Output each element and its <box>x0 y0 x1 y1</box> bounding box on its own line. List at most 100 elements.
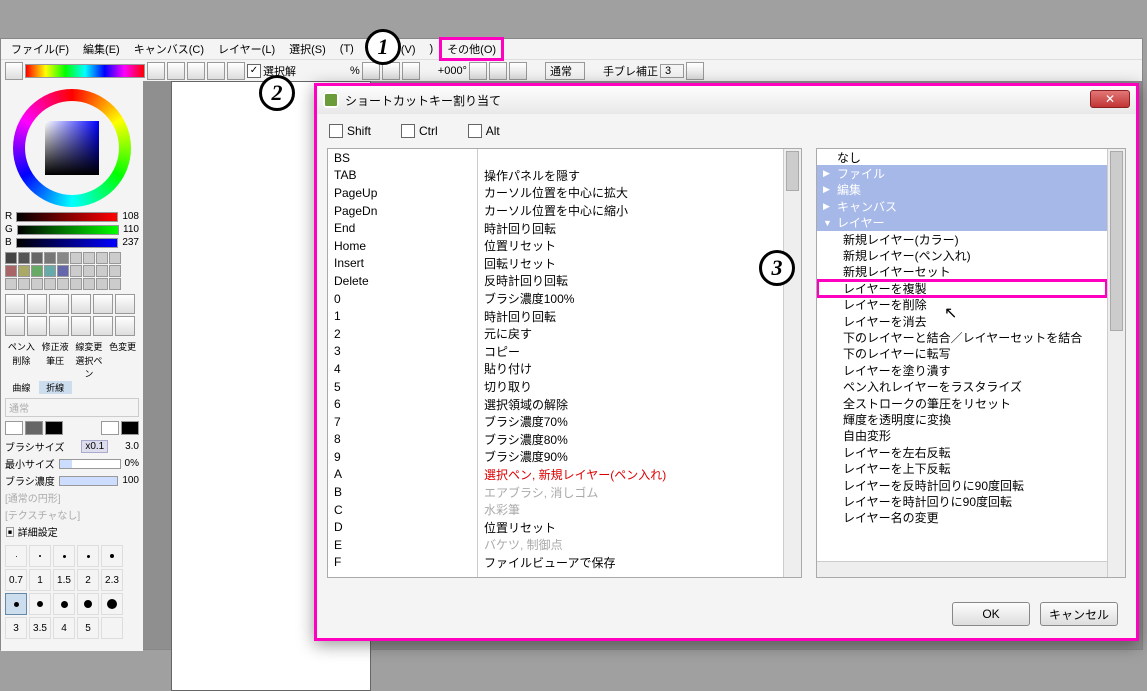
blend-normal[interactable]: 通常 <box>5 398 139 417</box>
action-row[interactable]: 時計回り回転 <box>478 307 783 325</box>
action-row[interactable]: エアブラシ, 消しゴム <box>478 483 783 501</box>
tool-11[interactable] <box>93 316 113 336</box>
key-row[interactable]: PageUp <box>328 184 477 202</box>
preset[interactable] <box>53 545 75 567</box>
action-row[interactable]: カーソル位置を中心に縮小 <box>478 202 783 220</box>
key-row[interactable]: TAB <box>328 167 477 185</box>
mode-5[interactable] <box>121 421 139 435</box>
key-row[interactable]: 4 <box>328 360 477 378</box>
key-row[interactable]: A <box>328 466 477 484</box>
rot-ccw-icon[interactable] <box>469 62 487 80</box>
tb-btn-3[interactable] <box>187 62 205 80</box>
key-row[interactable]: Delete <box>328 272 477 290</box>
action-row[interactable]: ブラシ濃度70% <box>478 413 783 431</box>
tool-1[interactable] <box>5 294 25 314</box>
key-row[interactable]: 2 <box>328 325 477 343</box>
ok-button[interactable]: OK <box>952 602 1030 626</box>
tb-btn-4[interactable] <box>207 62 225 80</box>
cmd-item[interactable]: レイヤーを消去 <box>817 313 1107 329</box>
tool-2[interactable] <box>27 294 47 314</box>
action-row[interactable]: ブラシ濃度80% <box>478 431 783 449</box>
alt-checkbox[interactable]: Alt <box>468 124 500 138</box>
key-row[interactable]: Home <box>328 237 477 255</box>
menu-edit[interactable]: 編集(E) <box>77 39 126 59</box>
close-button[interactable]: ✕ <box>1090 90 1130 108</box>
cmd-item[interactable]: レイヤーを削除 <box>817 297 1107 313</box>
preset[interactable] <box>5 593 27 615</box>
mode-1[interactable] <box>5 421 23 435</box>
key-row[interactable]: 8 <box>328 431 477 449</box>
stabilizer-value[interactable]: 3 <box>660 64 684 78</box>
tool-5[interactable] <box>93 294 113 314</box>
preset[interactable] <box>101 593 123 615</box>
key-row[interactable]: C <box>328 501 477 519</box>
action-row[interactable]: カーソル位置を中心に拡大 <box>478 184 783 202</box>
key-list[interactable]: BSTABPageUpPageDnEndHomeInsertDelete0123… <box>327 148 802 578</box>
cmd-item[interactable]: レイヤーを上下反転 <box>817 460 1107 476</box>
key-row[interactable]: Insert <box>328 255 477 273</box>
tool-12[interactable] <box>115 316 135 336</box>
key-row[interactable]: PageDn <box>328 202 477 220</box>
preset[interactable] <box>29 593 51 615</box>
cmd-item[interactable]: 下のレイヤーと結合／レイヤーセットを結合 <box>817 329 1107 345</box>
key-row[interactable]: 9 <box>328 448 477 466</box>
action-row[interactable]: 反時計回り回転 <box>478 272 783 290</box>
key-row[interactable]: D <box>328 518 477 536</box>
b-slider[interactable] <box>16 238 119 248</box>
tool-9[interactable] <box>49 316 69 336</box>
action-row[interactable]: 回転リセット <box>478 255 783 273</box>
tool-4[interactable] <box>71 294 91 314</box>
preset[interactable] <box>29 545 51 567</box>
key-row[interactable]: 3 <box>328 343 477 361</box>
action-row[interactable]: 切り取り <box>478 378 783 396</box>
cancel-button[interactable]: キャンセル <box>1040 602 1118 626</box>
command-tree[interactable]: なし ▶ファイル ▶編集 ▶キャンバス ▼レイヤー 新規レイヤー(カラー)新規レ… <box>816 148 1126 578</box>
action-row[interactable]: ファイルビューアで保存 <box>478 554 783 572</box>
action-row[interactable]: ブラシ濃度100% <box>478 290 783 308</box>
brush-size-mult[interactable]: x0.1 <box>81 440 108 453</box>
cmd-item[interactable]: 新規レイヤーセット <box>817 264 1107 280</box>
tool-7[interactable] <box>5 316 25 336</box>
blend-mode-select[interactable]: 通常 <box>545 62 585 80</box>
action-row[interactable]: 位置リセット <box>478 237 783 255</box>
cmd-item[interactable]: 新規レイヤー(カラー) <box>817 231 1107 247</box>
preset[interactable] <box>5 545 27 567</box>
subtool-col[interactable]: 色変更 <box>106 340 139 353</box>
toolbar-color-ring-icon[interactable] <box>5 62 23 80</box>
key-row[interactable]: 1 <box>328 307 477 325</box>
subtool-brush[interactable]: 筆圧 <box>39 354 72 380</box>
color-wheel[interactable] <box>13 89 131 207</box>
cmdlist-hscrollbar[interactable] <box>817 561 1107 577</box>
cmd-item[interactable]: 新規レイヤー(ペン入れ) <box>817 247 1107 263</box>
preset[interactable] <box>101 545 123 567</box>
cmd-item[interactable]: ペン入れレイヤーをラスタライズ <box>817 378 1107 394</box>
select-checkbox[interactable]: ✓ <box>247 64 261 78</box>
cmd-item[interactable]: レイヤーを複製 <box>817 280 1107 296</box>
subtool-curve[interactable]: 曲線 <box>5 381 38 394</box>
ctrl-checkbox[interactable]: Ctrl <box>401 124 438 138</box>
tool-10[interactable] <box>71 316 91 336</box>
cmd-item[interactable]: 全ストロークの筆圧をリセット <box>817 395 1107 411</box>
subtool-polyline[interactable]: 折線 <box>39 381 72 394</box>
preset[interactable] <box>53 593 75 615</box>
tool-6[interactable] <box>115 294 135 314</box>
mode-2[interactable] <box>25 421 43 435</box>
subtool-selpen[interactable]: 選択ペン <box>73 354 106 380</box>
cmd-item[interactable]: 輝度を透明度に変換 <box>817 411 1107 427</box>
cmd-item[interactable]: 下のレイヤーに転写 <box>817 346 1107 362</box>
menu-other[interactable]: その他(O) <box>441 39 502 59</box>
menu-hidden2[interactable]: ) <box>424 41 440 57</box>
key-row[interactable]: F <box>328 554 477 572</box>
cmdlist-scrollbar[interactable] <box>1107 149 1125 577</box>
menu-select[interactable]: 選択(S) <box>283 39 332 59</box>
cmd-cat-layer[interactable]: ▼レイヤー <box>817 215 1107 231</box>
rot-reset-icon[interactable] <box>509 62 527 80</box>
tb-btn-2[interactable] <box>167 62 185 80</box>
hue-strip[interactable] <box>25 64 145 78</box>
g-slider[interactable] <box>17 225 119 235</box>
action-row[interactable]: 操作パネルを隠す <box>478 167 783 185</box>
key-row[interactable]: 6 <box>328 395 477 413</box>
subtool-pen[interactable]: ペン入 <box>5 340 38 353</box>
cmd-cat-canvas[interactable]: ▶キャンバス <box>817 198 1107 214</box>
key-row[interactable]: 7 <box>328 413 477 431</box>
